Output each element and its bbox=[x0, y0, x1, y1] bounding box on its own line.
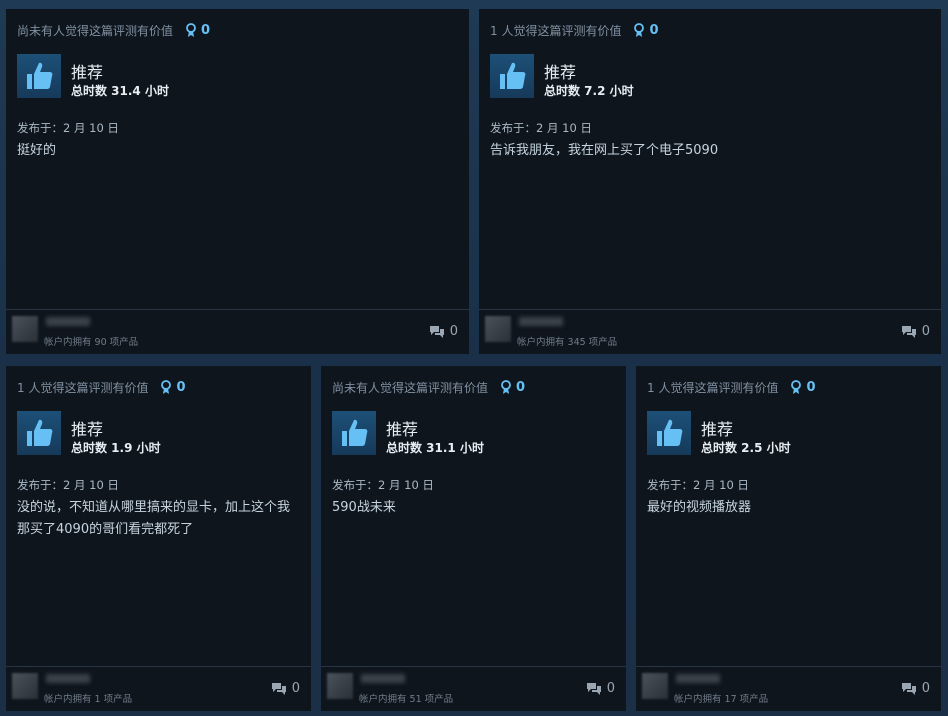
playtime-hours: 总时数 31.1 小时 bbox=[386, 441, 484, 455]
playtime-hours: 总时数 1.9 小时 bbox=[71, 441, 161, 455]
comment-count: 0 bbox=[291, 681, 300, 696]
comment-bubbles-icon bbox=[429, 325, 444, 338]
username-blurred[interactable] bbox=[46, 317, 90, 326]
review-text: 最好的视频播放器 bbox=[647, 500, 752, 515]
review-card: 1 人觉得这篇评测有价值 0 推荐 总时数 1.9 小时 发布于：2 月 10 … bbox=[6, 366, 311, 711]
products-owned: 帐户内拥有 1 项产品 bbox=[44, 694, 133, 705]
review-body[interactable]: 1 人觉得这篇评测有价值 0 推荐 总时数 1.9 小时 发布于：2 月 10 … bbox=[6, 366, 311, 667]
review-verdict: 推荐 bbox=[386, 420, 419, 439]
award-count: 0 bbox=[516, 380, 526, 395]
award-button[interactable]: 0 bbox=[790, 380, 816, 395]
posted-date: 发布于：2 月 10 日 bbox=[490, 121, 592, 135]
review-body[interactable]: 尚未有人觉得这篇评测有价值 0 推荐 总时数 31.4 小时 发布于：2 月 1… bbox=[6, 9, 469, 310]
posted-date: 发布于：2 月 10 日 bbox=[17, 478, 119, 492]
award-ribbon-icon bbox=[501, 380, 511, 394]
review-body[interactable]: 1 人觉得这篇评测有价值 0 推荐 总时数 2.5 小时 发布于：2 月 10 … bbox=[636, 366, 941, 667]
thumbs-up-icon bbox=[332, 411, 376, 455]
review-verdict: 推荐 bbox=[71, 63, 104, 82]
review-card: 1 人觉得这篇评测有价值 0 推荐 总时数 2.5 小时 发布于：2 月 10 … bbox=[636, 366, 941, 711]
comment-bubbles-icon bbox=[271, 682, 286, 695]
comment-count: 0 bbox=[449, 324, 458, 339]
award-count: 0 bbox=[176, 380, 186, 395]
products-owned: 帐户内拥有 51 项产品 bbox=[359, 694, 454, 705]
helpful-count: 尚未有人觉得这篇评测有价值 0 bbox=[332, 380, 526, 395]
helpful-count: 1 人觉得这篇评测有价值 0 bbox=[17, 380, 186, 395]
review-footer: 帐户内拥有 17 项产品 0 bbox=[636, 666, 941, 711]
review-footer: 帐户内拥有 345 项产品 0 bbox=[479, 309, 941, 354]
avatar[interactable] bbox=[12, 316, 38, 342]
review-verdict: 推荐 bbox=[701, 420, 734, 439]
award-button[interactable]: 0 bbox=[185, 23, 210, 38]
playtime-hours: 总时数 2.5 小时 bbox=[701, 441, 791, 455]
posted-date: 发布于：2 月 10 日 bbox=[332, 478, 434, 492]
award-ribbon-icon bbox=[186, 23, 196, 37]
review-card: 尚未有人觉得这篇评测有价值 0 推荐 总时数 31.4 小时 发布于：2 月 1… bbox=[6, 9, 469, 354]
playtime-hours: 总时数 7.2 小时 bbox=[544, 84, 634, 98]
review-body[interactable]: 1 人觉得这篇评测有价值 0 推荐 总时数 7.2 小时 发布于：2 月 10 … bbox=[479, 9, 941, 310]
avatar[interactable] bbox=[12, 673, 38, 699]
comment-bubbles-icon bbox=[586, 682, 601, 695]
avatar[interactable] bbox=[485, 316, 511, 342]
thumbs-up-icon bbox=[17, 411, 61, 455]
review-text: 590战未来 bbox=[332, 500, 396, 515]
comment-button[interactable]: 0 bbox=[901, 681, 930, 696]
products-owned: 帐户内拥有 345 项产品 bbox=[517, 337, 618, 348]
username-blurred[interactable] bbox=[46, 674, 90, 683]
review-card: 尚未有人觉得这篇评测有价值 0 推荐 总时数 31.1 小时 发布于：2 月 1… bbox=[321, 366, 626, 711]
comment-count: 0 bbox=[921, 324, 930, 339]
award-count: 0 bbox=[649, 23, 659, 38]
award-count: 0 bbox=[201, 23, 211, 38]
award-ribbon-icon bbox=[161, 380, 172, 394]
playtime-hours: 总时数 31.4 小时 bbox=[71, 84, 169, 98]
award-count: 0 bbox=[806, 380, 816, 395]
review-footer: 帐户内拥有 90 项产品 0 bbox=[6, 309, 469, 354]
review-text: 告诉我朋友，我在网上买了个电子5090 bbox=[490, 143, 719, 158]
comment-bubbles-icon bbox=[901, 682, 916, 695]
helpful-count: 1 人觉得这篇评测有价值 0 bbox=[647, 380, 816, 395]
helpful-count: 尚未有人觉得这篇评测有价值 0 bbox=[17, 23, 211, 38]
comment-button[interactable]: 0 bbox=[429, 324, 458, 339]
review-body[interactable]: 尚未有人觉得这篇评测有价值 0 推荐 总时数 31.1 小时 发布于：2 月 1… bbox=[321, 366, 626, 667]
username-blurred[interactable] bbox=[676, 674, 720, 683]
comment-count: 0 bbox=[606, 681, 615, 696]
award-ribbon-icon bbox=[791, 380, 802, 394]
products-owned: 帐户内拥有 17 项产品 bbox=[674, 694, 769, 705]
review-footer: 帐户内拥有 1 项产品 0 bbox=[6, 666, 311, 711]
comment-count: 0 bbox=[921, 681, 930, 696]
posted-date: 发布于：2 月 10 日 bbox=[17, 121, 119, 135]
review-card: 1 人觉得这篇评测有价值 0 推荐 总时数 7.2 小时 发布于：2 月 10 … bbox=[479, 9, 941, 354]
review-text: 挺好的 bbox=[17, 143, 57, 158]
review-text: 没的说，不知道从哪里搞来的显卡，加上这个我那买了4090的哥们看完都死了 bbox=[17, 500, 291, 537]
award-button[interactable]: 0 bbox=[633, 23, 659, 38]
comment-button[interactable]: 0 bbox=[586, 681, 615, 696]
avatar[interactable] bbox=[327, 673, 353, 699]
comment-bubbles-icon bbox=[901, 325, 916, 338]
comment-button[interactable]: 0 bbox=[271, 681, 300, 696]
avatar[interactable] bbox=[642, 673, 668, 699]
comment-button[interactable]: 0 bbox=[901, 324, 930, 339]
username-blurred[interactable] bbox=[519, 317, 563, 326]
review-verdict: 推荐 bbox=[544, 63, 577, 82]
award-button[interactable]: 0 bbox=[160, 380, 186, 395]
username-blurred[interactable] bbox=[361, 674, 405, 683]
products-owned: 帐户内拥有 90 项产品 bbox=[44, 337, 139, 348]
review-verdict: 推荐 bbox=[71, 420, 104, 439]
posted-date: 发布于：2 月 10 日 bbox=[647, 478, 749, 492]
award-ribbon-icon bbox=[634, 23, 645, 37]
review-footer: 帐户内拥有 51 项产品 0 bbox=[321, 666, 626, 711]
thumbs-up-icon bbox=[647, 411, 691, 455]
helpful-count: 1 人觉得这篇评测有价值 0 bbox=[490, 23, 659, 38]
award-button[interactable]: 0 bbox=[500, 380, 525, 395]
thumbs-up-icon bbox=[17, 54, 61, 98]
thumbs-up-icon bbox=[490, 54, 534, 98]
